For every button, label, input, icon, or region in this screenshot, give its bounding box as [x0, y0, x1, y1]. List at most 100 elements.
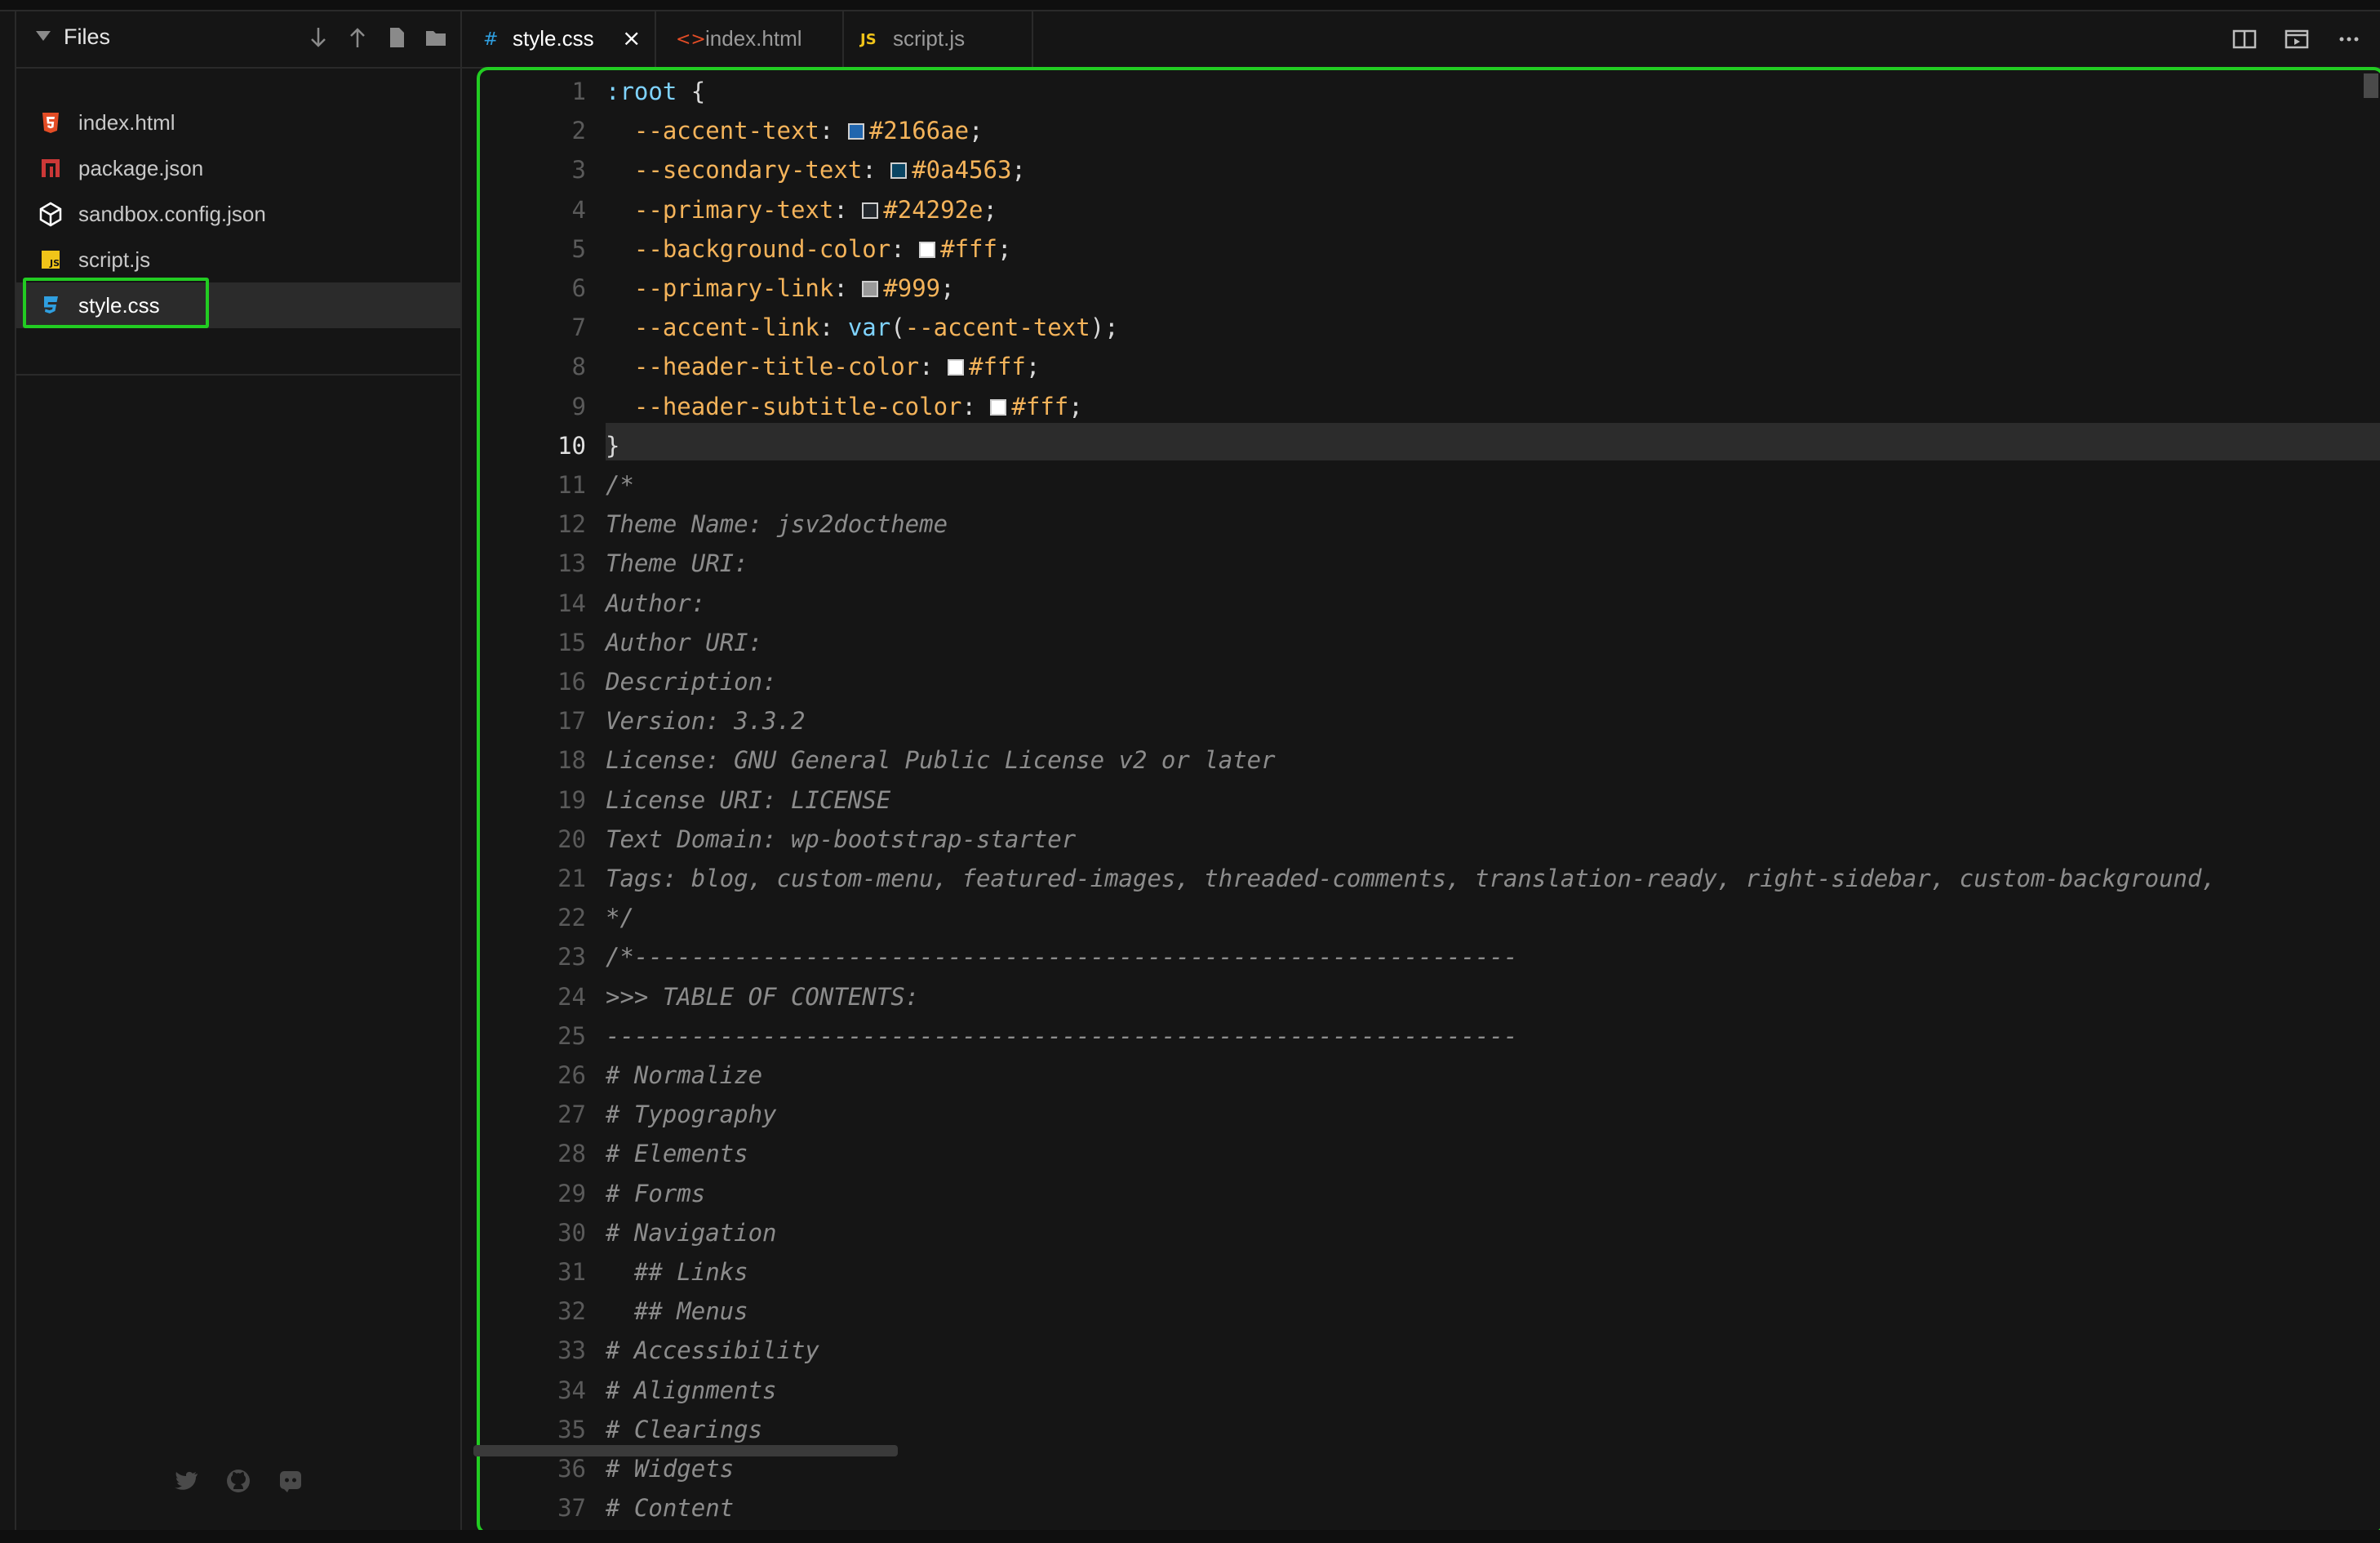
code-line: --header-subtitle-color: #fff;: [633, 392, 1083, 420]
line-number: 2: [571, 117, 586, 145]
file-label: package.json: [78, 156, 204, 180]
line-number: 15: [557, 628, 586, 656]
code-line: --primary-text: #24292e;: [633, 195, 997, 224]
color-swatch[interactable]: [862, 281, 879, 297]
code-line: }: [606, 431, 620, 460]
line-number: 3: [571, 156, 586, 185]
code-line: --primary-link: #999;: [633, 274, 955, 302]
line-number: 35: [557, 1415, 586, 1443]
split-view-icon[interactable]: [2228, 23, 2261, 56]
code-line: ----------------------------------------…: [606, 1021, 1518, 1050]
window-top-edge: [0, 0, 2380, 11]
tab-style-css[interactable]: # style.css ×: [462, 11, 656, 67]
upload-icon[interactable]: [343, 23, 372, 52]
file-item-script-js[interactable]: JS script.js: [16, 237, 460, 282]
color-swatch[interactable]: [990, 398, 1007, 416]
file-item-index-html[interactable]: index.html: [16, 100, 460, 145]
code-line: */: [606, 904, 634, 932]
file-label: index.html: [78, 110, 175, 135]
discord-icon[interactable]: [274, 1465, 307, 1497]
code-line: Author:: [606, 589, 706, 617]
code-line: Text Domain: wp-bootstrap-starter: [606, 825, 1077, 853]
tab-script-js[interactable]: JS script.js: [842, 11, 1033, 67]
line-number: 37: [557, 1494, 586, 1523]
line-number: 21: [557, 865, 586, 892]
line-number: 9: [571, 392, 586, 420]
line-number: 30: [557, 1218, 586, 1247]
js-icon: JS: [860, 31, 877, 48]
line-number: 17: [557, 707, 586, 736]
color-swatch[interactable]: [948, 359, 965, 376]
new-file-icon[interactable]: [382, 23, 411, 52]
color-swatch[interactable]: [890, 162, 908, 180]
line-number: 22: [557, 904, 586, 932]
close-icon[interactable]: ×: [622, 24, 641, 51]
js-icon: JS: [38, 247, 64, 273]
line-number: 16: [557, 668, 586, 696]
tab-label: style.css: [513, 26, 594, 51]
sidebar-divider: [16, 374, 460, 376]
line-number: 14: [557, 589, 586, 617]
line-number-gutter: 1 2 3 4 5 6 7 8 9 10 11 12 13 14 15 16 17 18 19 20 21 22 23 24 2…: [480, 70, 586, 1532]
line-number: 7: [571, 313, 586, 342]
color-swatch[interactable]: [919, 241, 936, 258]
code-content[interactable]: :root { --accent-text: #2166ae; --second…: [606, 70, 2380, 1532]
vertical-scrollbar[interactable]: [2364, 73, 2378, 98]
color-swatch[interactable]: [862, 202, 879, 219]
code-line: --secondary-text: #0a4563;: [633, 156, 1026, 185]
new-folder-icon[interactable]: [421, 23, 451, 52]
line-number: 23: [557, 943, 586, 972]
code-line: Version: 3.3.2: [606, 707, 806, 736]
code-line: # Clearings: [606, 1415, 763, 1443]
code-line: License: GNU General Public License v2 o…: [606, 746, 1276, 775]
code-line: >>> TABLE OF CONTENTS:: [606, 982, 920, 1011]
files-title: Files: [64, 24, 111, 49]
line-number: 27: [557, 1101, 586, 1129]
line-number: 28: [557, 1140, 586, 1168]
code-line: --accent-text: #2166ae;: [633, 117, 984, 145]
line-number: 11: [557, 471, 586, 499]
line-number: 1: [571, 78, 586, 105]
files-header[interactable]: Files: [16, 11, 460, 69]
line-number: 12: [557, 510, 586, 539]
code-line: :root {: [606, 78, 706, 105]
code-line: # Navigation: [606, 1218, 777, 1247]
line-number: 32: [557, 1297, 586, 1326]
color-swatch[interactable]: [847, 123, 864, 140]
editor-app: Files index.html package.json sandbox.co…: [0, 0, 2380, 1543]
preview-window-icon[interactable]: [2280, 23, 2313, 56]
html5-icon: [38, 109, 64, 136]
download-icon[interactable]: [304, 23, 333, 52]
line-number: 25: [557, 1021, 586, 1050]
code-line: --background-color: #fff;: [633, 234, 1012, 263]
tab-index-html[interactable]: <> index.html: [655, 11, 844, 67]
line-number: 13: [557, 549, 586, 578]
twitter-icon[interactable]: [170, 1465, 202, 1497]
collapse-caret-icon[interactable]: [36, 31, 51, 41]
status-bar: [0, 1530, 2380, 1543]
more-options-icon[interactable]: [2333, 23, 2365, 56]
code-line: /*: [606, 471, 634, 499]
code-line: ## Menus: [606, 1297, 748, 1326]
line-number: 20: [557, 825, 586, 853]
line-number: 34: [557, 1376, 586, 1404]
code-editor[interactable]: 1 2 3 4 5 6 7 8 9 10 11 12 13 14 15 16 17 18 19 20 21 22 23 24 2…: [477, 67, 2380, 1535]
file-item-package-json[interactable]: package.json: [16, 145, 460, 191]
line-number: 4: [571, 195, 586, 224]
line-number: 31: [557, 1258, 586, 1286]
file-explorer-sidebar: Files index.html package.json sandbox.co…: [15, 11, 462, 1530]
tab-label: index.html: [705, 26, 802, 51]
file-label: script.js: [78, 247, 151, 272]
line-number: 18: [557, 746, 586, 775]
editor-tab-bar: # style.css × <> index.html JS script.js: [462, 11, 2380, 69]
line-number: 26: [557, 1061, 586, 1089]
code-line: Author URI:: [606, 628, 763, 656]
code-line: ## Links: [606, 1258, 748, 1286]
github-icon[interactable]: [222, 1465, 255, 1497]
line-number: 8: [571, 353, 586, 381]
file-item-sandbox-config-json[interactable]: sandbox.config.json: [16, 191, 460, 237]
code-brackets-icon: <>: [676, 29, 706, 50]
line-number: 19: [557, 785, 586, 814]
code-line: # Accessibility: [606, 1336, 819, 1365]
horizontal-scrollbar[interactable]: [473, 1445, 898, 1456]
